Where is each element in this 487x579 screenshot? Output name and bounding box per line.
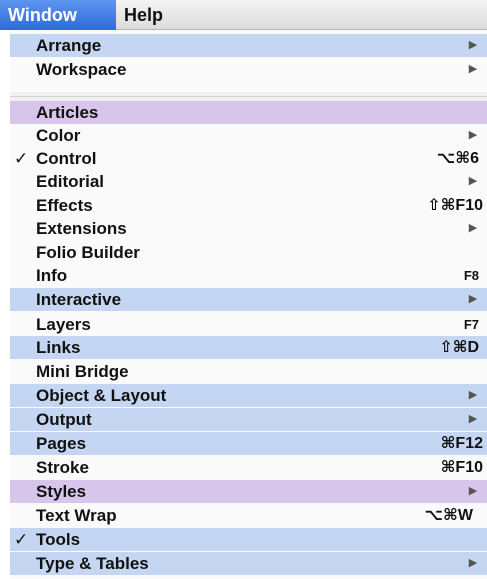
menu-item-tools[interactable]: ✓ Tools xyxy=(10,528,487,551)
menu-item-label: Text Wrap xyxy=(36,506,117,525)
menu-item-label: Folio Builder xyxy=(36,243,140,262)
shortcut-text: F8 xyxy=(463,268,479,283)
menu-item-label: Output xyxy=(36,410,92,429)
menu-item-articles[interactable]: Articles xyxy=(10,101,487,124)
window-dropdown-menu: Arrange ▶ Workspace ▶ Articles Color ▶ ✓… xyxy=(10,30,487,579)
menu-item-info[interactable]: Info F8 xyxy=(10,264,487,287)
menu-item-text-wrap[interactable]: Text Wrap ⌥⌘W xyxy=(10,504,487,527)
menu-item-mini-bridge[interactable]: Mini Bridge xyxy=(10,360,487,383)
menu-item-label: Interactive xyxy=(36,290,122,309)
menu-item-label: Styles xyxy=(36,482,87,501)
menu-item-stroke[interactable]: Stroke ⌘F10 xyxy=(10,456,487,479)
submenu-arrow-icon: ▶ xyxy=(468,293,478,305)
menubar-window[interactable]: Window xyxy=(0,0,116,30)
menu-item-extensions[interactable]: Extensions ▶ xyxy=(10,217,487,240)
menu-bar: Window Help xyxy=(0,0,487,30)
shortcut-text: ⇧⌘F10 xyxy=(427,197,483,214)
menu-item-styles[interactable]: Styles ▶ xyxy=(10,480,487,503)
submenu-arrow-icon: ▶ xyxy=(468,413,478,425)
menu-item-label: Arrange xyxy=(36,36,102,55)
menu-item-workspace[interactable]: Workspace ▶ xyxy=(10,58,487,81)
menu-item-type-tables[interactable]: Type & Tables ▶ xyxy=(10,552,487,575)
menu-item-label: Effects xyxy=(36,196,93,215)
submenu-arrow-icon: ▶ xyxy=(468,389,478,401)
menu-item-folio-builder[interactable]: Folio Builder xyxy=(10,241,487,264)
menu-item-label: Extensions xyxy=(36,219,127,238)
menu-item-pages[interactable]: Pages ⌘F12 xyxy=(10,432,487,455)
menu-item-links[interactable]: Links ⇧⌘D xyxy=(10,336,487,359)
menu-item-label: Editorial xyxy=(36,172,105,191)
menu-item-label: Info xyxy=(36,266,68,285)
checkmark-icon: ✓ xyxy=(14,149,29,168)
submenu-arrow-icon: ▶ xyxy=(468,175,478,187)
menu-item-label: Tools xyxy=(36,530,81,549)
menu-item-object-layout[interactable]: Object & Layout ▶ xyxy=(10,384,487,407)
shortcut-text: F7 xyxy=(463,317,479,332)
menu-item-output[interactable]: Output ▶ xyxy=(10,408,487,431)
menu-item-label: Object & Layout xyxy=(36,386,167,405)
menubar-help[interactable]: Help xyxy=(116,0,186,30)
menu-item-arrange[interactable]: Arrange ▶ xyxy=(10,34,487,57)
submenu-arrow-icon: ▶ xyxy=(468,485,478,497)
submenu-arrow-icon: ▶ xyxy=(468,222,478,234)
menu-item-label: Mini Bridge xyxy=(36,362,129,381)
menu-item-label: Articles xyxy=(36,103,99,122)
submenu-arrow-icon: ▶ xyxy=(468,557,478,569)
shortcut-text: ⌘F10 xyxy=(440,459,483,476)
menu-item-label: Layers xyxy=(36,315,91,334)
menu-item-effects[interactable]: Effects ⇧⌘F10 xyxy=(10,194,487,217)
menu-item-editorial[interactable]: Editorial ▶ xyxy=(10,170,487,193)
shortcut-text: ⌘F12 xyxy=(440,435,483,452)
submenu-arrow-icon: ▶ xyxy=(468,63,478,75)
separator-line xyxy=(10,96,487,97)
menu-item-color[interactable]: Color ▶ xyxy=(10,124,487,147)
shortcut-text: ⌥⌘6 xyxy=(436,150,479,167)
shortcut-text: ⌥⌘W xyxy=(424,507,473,524)
menu-item-layers[interactable]: Layers F7 xyxy=(10,313,487,336)
menu-item-control[interactable]: ✓ Control ⌥⌘6 xyxy=(10,147,487,170)
menu-item-label: Stroke xyxy=(36,458,89,477)
menu-item-label: Links xyxy=(36,338,81,357)
menu-item-label: Pages xyxy=(36,434,87,453)
checkmark-icon: ✓ xyxy=(14,530,29,549)
menu-item-label: Control xyxy=(36,149,97,168)
app-window: Window Help Arrange ▶ Workspace ▶ Articl… xyxy=(0,0,487,579)
menu-item-label: Workspace xyxy=(36,60,127,79)
shortcut-text: ⇧⌘D xyxy=(439,339,479,356)
menu-item-interactive[interactable]: Interactive ▶ xyxy=(10,288,487,311)
submenu-arrow-icon: ▶ xyxy=(468,39,478,51)
menu-item-label: Type & Tables xyxy=(36,554,149,573)
submenu-arrow-icon: ▶ xyxy=(468,129,478,141)
menu-item-label: Color xyxy=(36,126,81,145)
